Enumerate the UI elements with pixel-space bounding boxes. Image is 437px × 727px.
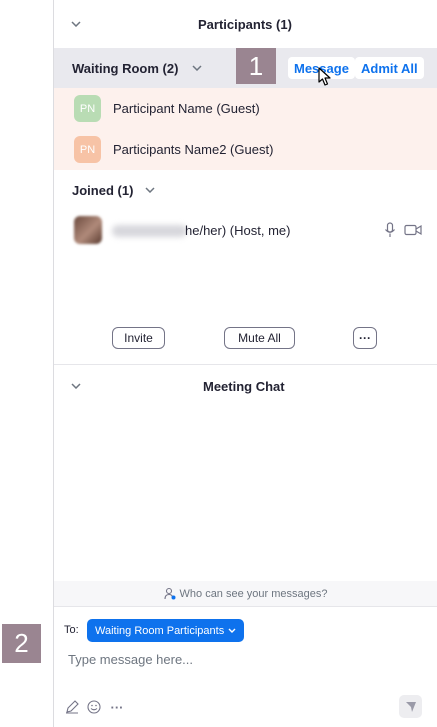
to-label: To: bbox=[64, 624, 79, 636]
send-icon bbox=[405, 701, 417, 713]
send-button[interactable] bbox=[399, 695, 422, 718]
host-avatar bbox=[74, 216, 102, 244]
privacy-person-icon bbox=[163, 587, 176, 600]
host-name-redacted bbox=[112, 225, 187, 237]
waiting-room-participant-row[interactable]: PN Participants Name2 (Guest) bbox=[54, 129, 437, 170]
invite-button[interactable]: Invite bbox=[112, 327, 165, 349]
waiting-room-participant-row[interactable]: PN Participant Name (Guest) bbox=[54, 88, 437, 129]
who-can-see-messages-link[interactable]: Who can see your messages? bbox=[54, 581, 437, 606]
mute-all-button[interactable]: Mute All bbox=[224, 327, 295, 349]
collapse-participants-chevron-icon[interactable] bbox=[69, 17, 83, 31]
admit-all-button[interactable]: Admit All bbox=[355, 57, 424, 79]
who-can-see-text: Who can see your messages? bbox=[179, 587, 328, 600]
more-options-button[interactable]: ··· bbox=[353, 327, 377, 349]
participants-panel: Participants (1) Waiting Room (2) Messag… bbox=[54, 0, 437, 727]
annotation-marker-2: 2 bbox=[2, 624, 41, 663]
format-pen-icon[interactable] bbox=[64, 699, 80, 715]
emoji-icon[interactable] bbox=[86, 699, 102, 715]
chat-divider bbox=[54, 606, 437, 607]
recipient-select[interactable]: Waiting Room Participants bbox=[87, 619, 245, 642]
left-strip bbox=[0, 0, 54, 727]
joined-chevron-icon[interactable] bbox=[143, 183, 157, 197]
microphone-icon[interactable] bbox=[383, 222, 397, 238]
waiting-room-list: PN Participant Name (Guest) PN Participa… bbox=[54, 88, 437, 170]
avatar: PN bbox=[74, 136, 101, 163]
avatar: PN bbox=[74, 95, 101, 122]
message-input[interactable] bbox=[68, 648, 418, 670]
participant-name: Participant Name (Guest) bbox=[113, 101, 260, 116]
section-divider bbox=[54, 364, 437, 365]
video-camera-icon[interactable] bbox=[404, 223, 422, 237]
annotation-marker-1: 1 bbox=[236, 48, 276, 84]
host-name-label: he/her) (Host, me) bbox=[185, 223, 291, 238]
collapse-chat-chevron-icon[interactable] bbox=[69, 379, 83, 393]
participants-title: Participants (1) bbox=[198, 17, 292, 32]
more-chat-options-button[interactable]: ··· bbox=[108, 699, 126, 715]
meeting-chat-title: Meeting Chat bbox=[203, 379, 285, 394]
waiting-room-chevron-icon[interactable] bbox=[190, 61, 204, 75]
waiting-room-title: Waiting Room (2) bbox=[72, 61, 179, 76]
chevron-down-icon bbox=[228, 628, 236, 633]
participant-name: Participants Name2 (Guest) bbox=[113, 142, 274, 157]
recipient-label: Waiting Room Participants bbox=[95, 624, 225, 637]
joined-title: Joined (1) bbox=[72, 183, 134, 198]
